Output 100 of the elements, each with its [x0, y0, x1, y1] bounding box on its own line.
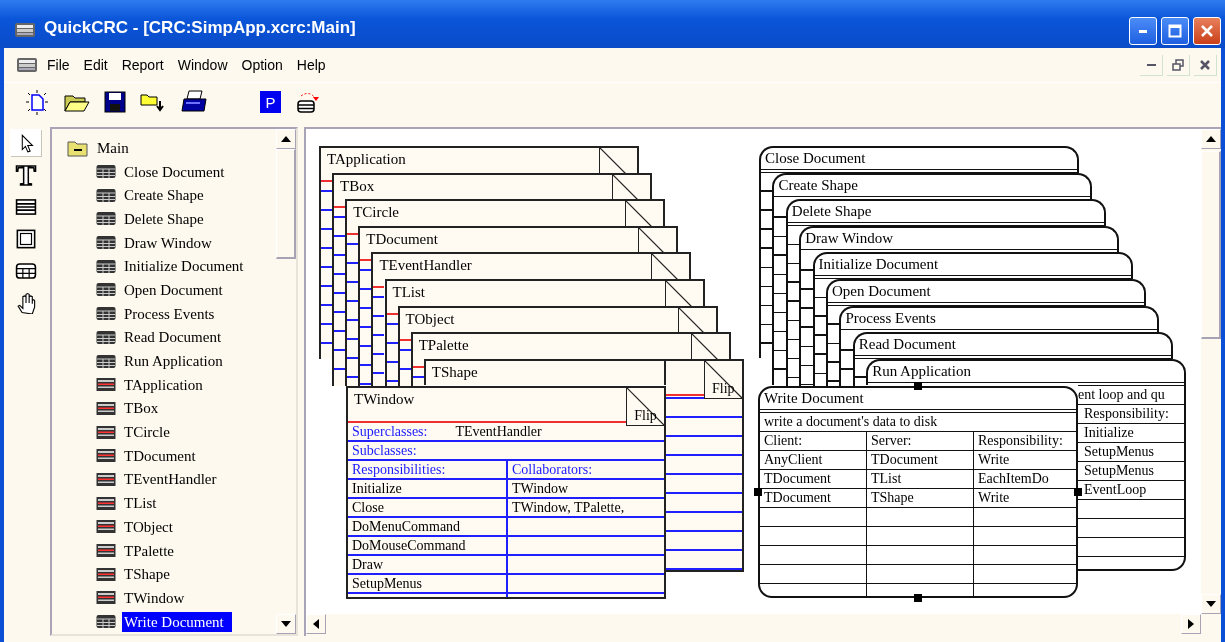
class-icon — [96, 447, 116, 465]
scenario-card[interactable]: Initialize Document — [812, 252, 1133, 279]
selection-handle[interactable] — [914, 382, 922, 390]
tree-item[interactable]: Draw Window — [122, 232, 214, 253]
scenario-card[interactable]: Delete Shape — [785, 199, 1106, 226]
tree-item[interactable]: TShape — [122, 564, 172, 585]
scenario-card[interactable]: Open Document — [826, 279, 1146, 306]
client-text: AnyClient — [764, 452, 823, 467]
class-card[interactable]: TApplication — [319, 146, 639, 173]
tree-item[interactable]: TDocument — [122, 445, 198, 466]
tree-item[interactable]: Delete Shape — [122, 208, 206, 229]
p-button[interactable]: P — [260, 91, 281, 113]
tree-item[interactable]: TApplication — [122, 374, 205, 395]
folder-arrow-icon[interactable] — [140, 91, 166, 113]
close-button[interactable] — [1194, 54, 1217, 76]
tree-item[interactable]: Create Shape — [122, 185, 206, 206]
tree-item[interactable]: TEventHandler — [122, 469, 219, 490]
tree-item[interactable]: TPalette — [122, 540, 176, 561]
card-title: TCircle — [353, 204, 399, 221]
tree-item[interactable]: TBox — [122, 398, 161, 419]
responsibility-text: SetupMenus — [1084, 462, 1154, 478]
minimize-button[interactable] — [1140, 54, 1163, 76]
scenario-card[interactable]: Draw Window — [799, 225, 1120, 253]
selection-handle[interactable] — [1074, 488, 1082, 496]
class-card[interactable]: TShape — [423, 358, 666, 386]
responsibility-text: Initialize — [1084, 424, 1134, 440]
tree-item[interactable]: TCircle — [122, 422, 172, 443]
scenario-card[interactable]: Read Document — [852, 332, 1173, 359]
save-icon[interactable] — [104, 91, 126, 113]
tree-item[interactable]: Run Application — [122, 351, 225, 372]
class-card[interactable]: TPalette — [410, 332, 731, 359]
tree-item[interactable]: Write Document — [122, 611, 232, 632]
restore-icon — [1172, 58, 1184, 71]
table-icon — [96, 352, 116, 370]
table-icon — [96, 186, 116, 204]
flip-button[interactable]: Flip — [703, 360, 742, 399]
tree-item[interactable]: Initialize Document — [122, 256, 246, 277]
tree-item[interactable]: TList — [122, 493, 159, 514]
flip-button[interactable]: Flip — [626, 388, 664, 426]
menu-item[interactable]: Help — [289, 57, 333, 73]
new-document-icon[interactable] — [24, 89, 50, 115]
minimize-icon — [1139, 29, 1147, 33]
card-title: TDocument — [366, 230, 438, 247]
scenario-card[interactable]: Process Events — [839, 305, 1160, 333]
class-card[interactable]: TBox — [332, 172, 653, 200]
menu-item[interactable]: Edit — [76, 57, 115, 73]
card-title: TApplication — [327, 151, 406, 167]
printer-icon[interactable] — [180, 90, 208, 114]
tree-item[interactable]: Process Events — [122, 303, 217, 324]
tree-item[interactable]: Read Document — [122, 327, 224, 348]
class-icon — [96, 470, 116, 488]
class-card[interactable]: TWindow Flip Superclasses: TEventHandler Subclasses: Responsibilities: Collaborators: Initialize TWindow Close TWindow, TPalette, DoMenuCommand DoMouseCommand Draw SetupMenus — [346, 386, 666, 599]
field-label: Superclasses: — [352, 424, 428, 439]
collaborator-text: TWindow, TPalette, — [512, 500, 625, 515]
scroll-thumb[interactable] — [1201, 151, 1221, 339]
class-card[interactable]: TDocument — [358, 225, 679, 253]
selection-handle[interactable] — [914, 594, 922, 602]
table-icon — [96, 281, 116, 299]
tree-item[interactable]: TObject — [122, 516, 175, 537]
card-title: TPalette — [418, 337, 469, 354]
card-title: TEventHandler — [379, 257, 472, 274]
field-value: TEventHandler — [455, 424, 542, 439]
menu-item[interactable]: Report — [114, 57, 171, 73]
class-icon — [96, 423, 116, 441]
class-card[interactable]: TObject — [397, 305, 718, 333]
responsibility-text: Close — [352, 500, 384, 515]
responsibility-text: SetupMenus — [1084, 443, 1154, 459]
menu-item[interactable]: File — [40, 57, 77, 73]
scroll-up-button[interactable] — [276, 129, 296, 149]
scenario-card[interactable]: Create Shape — [772, 172, 1093, 200]
scenario-card[interactable]: Run Application — [866, 358, 1078, 386]
card-title: TObject — [405, 310, 455, 327]
tree-item[interactable]: TWindow — [122, 587, 187, 608]
scroll-right-button[interactable] — [1181, 614, 1201, 634]
tree-item[interactable]: Open Document — [122, 279, 225, 300]
scroll-up-button[interactable] — [1201, 129, 1221, 149]
tree-item[interactable]: Main — [95, 137, 131, 158]
menu-item[interactable]: Option — [234, 57, 290, 73]
scroll-left-button[interactable] — [306, 614, 326, 634]
grid-icon — [14, 260, 38, 282]
scroll-down-button[interactable] — [1201, 594, 1221, 614]
class-card[interactable]: TCircle — [345, 199, 666, 226]
tree-item[interactable]: Close Document — [122, 161, 227, 182]
maximize-button[interactable] — [1161, 17, 1189, 45]
left-arrow-icon — [313, 619, 319, 629]
table-icon — [96, 613, 116, 631]
scroll-thumb[interactable] — [276, 149, 296, 259]
class-card[interactable]: TEventHandler — [371, 252, 692, 279]
restore-button[interactable] — [1167, 54, 1190, 76]
tool-button[interactable] — [10, 129, 42, 157]
responsibility-text: Draw — [352, 557, 384, 572]
column-header: Responsibility: — [978, 433, 1063, 448]
scenario-card[interactable]: Close Document — [759, 146, 1079, 173]
selection-handle[interactable] — [754, 488, 762, 496]
scenario-card[interactable]: Write Document write a document's data to disk Client: Server: Responsibility: AnyClient TDocument Write TDocument TList EachItemDo TDocument TShape Write — [758, 386, 1078, 598]
server-text: TList — [871, 471, 902, 486]
class-card[interactable]: TList — [384, 279, 705, 306]
menu-item[interactable]: Window — [170, 57, 235, 73]
stack-arrow-icon[interactable] — [295, 90, 321, 114]
scroll-down-button[interactable] — [276, 614, 296, 634]
